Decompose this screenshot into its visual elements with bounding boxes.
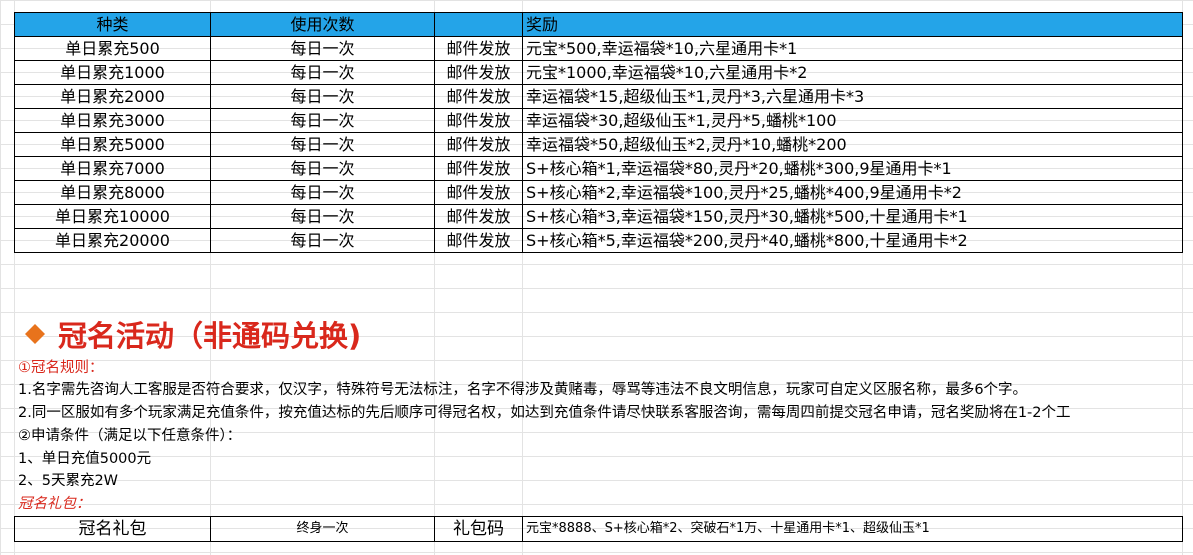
rule-line-2[interactable]: 2.同一区服如有多个玩家满足充值条件，按充值达标的先后顺序可得冠名权，如达到充值… <box>18 402 1071 424</box>
cell-delivery[interactable]: 邮件发放 <box>434 156 523 181</box>
condition-2[interactable]: 2、5天累充2W <box>18 470 118 492</box>
recharge-rewards-table: 种类 使用次数 奖励 单日累充500 每日一次 邮件发放 元宝*500,幸运福袋*10… <box>14 12 1183 253</box>
condition-1[interactable]: 1、单日充值5000元 <box>18 448 151 470</box>
table-header-row: 种类 使用次数 奖励 <box>14 12 1183 37</box>
table-row: 单日累充5000 每日一次 邮件发放 幸运福袋*50,超级仙玉*2,灵丹*10,蟠桃*… <box>14 132 1183 157</box>
table-row: 单日累充8000 每日一次 邮件发放 S+核心箱*2,幸运福袋*100,灵丹*25,蟠… <box>14 180 1183 205</box>
cell-type[interactable]: 单日累充500 <box>14 36 211 61</box>
cell-type[interactable]: 单日累充3000 <box>14 108 211 133</box>
cell-type[interactable]: 单日累充7000 <box>14 156 211 181</box>
cell-type[interactable]: 单日累充20000 <box>14 228 211 253</box>
cell-usage-count[interactable]: 每日一次 <box>210 204 435 229</box>
diamond-icon <box>24 323 46 345</box>
table-row: 单日累充1000 每日一次 邮件发放 元宝*1000,幸运福袋*10,六星通用卡*2 <box>14 60 1183 85</box>
table-row: 单日累充500 每日一次 邮件发放 元宝*500,幸运福袋*10,六星通用卡*1 <box>14 36 1183 61</box>
cell-type[interactable]: 单日累充8000 <box>14 180 211 205</box>
cell-delivery[interactable]: 邮件发放 <box>434 36 523 61</box>
cell-reward[interactable]: S+核心箱*2,幸运福袋*100,灵丹*25,蟠桃*400,9星通用卡*2 <box>522 180 1183 205</box>
cell-usage-count[interactable]: 每日一次 <box>210 228 435 253</box>
header-type[interactable]: 种类 <box>14 12 211 37</box>
cell-reward[interactable]: 元宝*500,幸运福袋*10,六星通用卡*1 <box>522 36 1183 61</box>
cell-reward[interactable]: 幸运福袋*30,超级仙玉*1,灵丹*5,蟠桃*100 <box>522 108 1183 133</box>
cell-reward[interactable]: S+核心箱*5,幸运福袋*200,灵丹*40,蟠桃*800,十星通用卡*2 <box>522 228 1183 253</box>
cell-usage-count[interactable]: 每日一次 <box>210 180 435 205</box>
cell-type[interactable]: 单日累充5000 <box>14 132 211 157</box>
cell-usage-count[interactable]: 每日一次 <box>210 84 435 109</box>
section-title-text: 冠名活动（非通码兑换) <box>58 319 362 353</box>
cell-delivery[interactable]: 邮件发放 <box>434 108 523 133</box>
gift-name-cell[interactable]: 冠名礼包 <box>14 516 211 542</box>
gift-frequency-cell[interactable]: 终身一次 <box>210 516 435 542</box>
gift-content-cell[interactable]: 元宝*8888、S+核心箱*2、突破石*1万、十星通用卡*1、超级仙玉*1 <box>522 516 1183 542</box>
cell-type[interactable]: 单日累充10000 <box>14 204 211 229</box>
gift-heading[interactable]: 冠名礼包： <box>18 493 91 515</box>
cell-type[interactable]: 单日累充1000 <box>14 60 211 85</box>
header-reward[interactable]: 奖励 <box>522 12 1183 37</box>
cell-usage-count[interactable]: 每日一次 <box>210 60 435 85</box>
table-row: 单日累充3000 每日一次 邮件发放 幸运福袋*30,超级仙玉*1,灵丹*5,蟠桃*1… <box>14 108 1183 133</box>
table-row: 单日累充10000 每日一次 邮件发放 S+核心箱*3,幸运福袋*150,灵丹*30,… <box>14 204 1183 229</box>
header-usage-count[interactable]: 使用次数 <box>210 12 435 37</box>
cell-delivery[interactable]: 邮件发放 <box>434 84 523 109</box>
table-row: 单日累充2000 每日一次 邮件发放 幸运福袋*15,超级仙玉*1,灵丹*3,六星通用… <box>14 84 1183 109</box>
gift-type-cell[interactable]: 礼包码 <box>434 516 523 542</box>
cell-reward[interactable]: S+核心箱*1,幸运福袋*80,灵丹*20,蟠桃*300,9星通用卡*1 <box>522 156 1183 181</box>
cell-usage-count[interactable]: 每日一次 <box>210 36 435 61</box>
conditions-heading[interactable]: ②申请条件（满足以下任意条件）： <box>18 425 241 447</box>
table-row: 单日累充7000 每日一次 邮件发放 S+核心箱*1,幸运福袋*80,灵丹*20,蟠桃… <box>14 156 1183 181</box>
section-title: 冠名活动（非通码兑换) <box>20 314 361 354</box>
cell-reward[interactable]: S+核心箱*3,幸运福袋*150,灵丹*30,蟠桃*500,十星通用卡*1 <box>522 204 1183 229</box>
title-gift-table: 冠名礼包 终身一次 礼包码 元宝*8888、S+核心箱*2、突破石*1万、十星通… <box>14 516 1183 542</box>
cell-delivery[interactable]: 邮件发放 <box>434 180 523 205</box>
cell-usage-count[interactable]: 每日一次 <box>210 108 435 133</box>
cell-delivery[interactable]: 邮件发放 <box>434 204 523 229</box>
cell-usage-count[interactable]: 每日一次 <box>210 132 435 157</box>
cell-delivery[interactable]: 邮件发放 <box>434 228 523 253</box>
cell-reward[interactable]: 元宝*1000,幸运福袋*10,六星通用卡*2 <box>522 60 1183 85</box>
cell-delivery[interactable]: 邮件发放 <box>434 60 523 85</box>
rule-line-1[interactable]: 1.名字需先咨询人工客服是否符合要求，仅汉字，特殊符号无法标注，名字不得涉及黄赌… <box>18 379 1027 401</box>
cell-usage-count[interactable]: 每日一次 <box>210 156 435 181</box>
cell-reward[interactable]: 幸运福袋*50,超级仙玉*2,灵丹*10,蟠桃*200 <box>522 132 1183 157</box>
table-row: 单日累充20000 每日一次 邮件发放 S+核心箱*5,幸运福袋*200,灵丹*40,… <box>14 228 1183 253</box>
cell-type[interactable]: 单日累充2000 <box>14 84 211 109</box>
rules-heading[interactable]: ①冠名规则： <box>18 357 104 379</box>
gift-row: 冠名礼包 终身一次 礼包码 元宝*8888、S+核心箱*2、突破石*1万、十星通… <box>14 516 1183 542</box>
header-delivery[interactable] <box>434 12 523 37</box>
cell-delivery[interactable]: 邮件发放 <box>434 132 523 157</box>
cell-reward[interactable]: 幸运福袋*15,超级仙玉*1,灵丹*3,六星通用卡*3 <box>522 84 1183 109</box>
